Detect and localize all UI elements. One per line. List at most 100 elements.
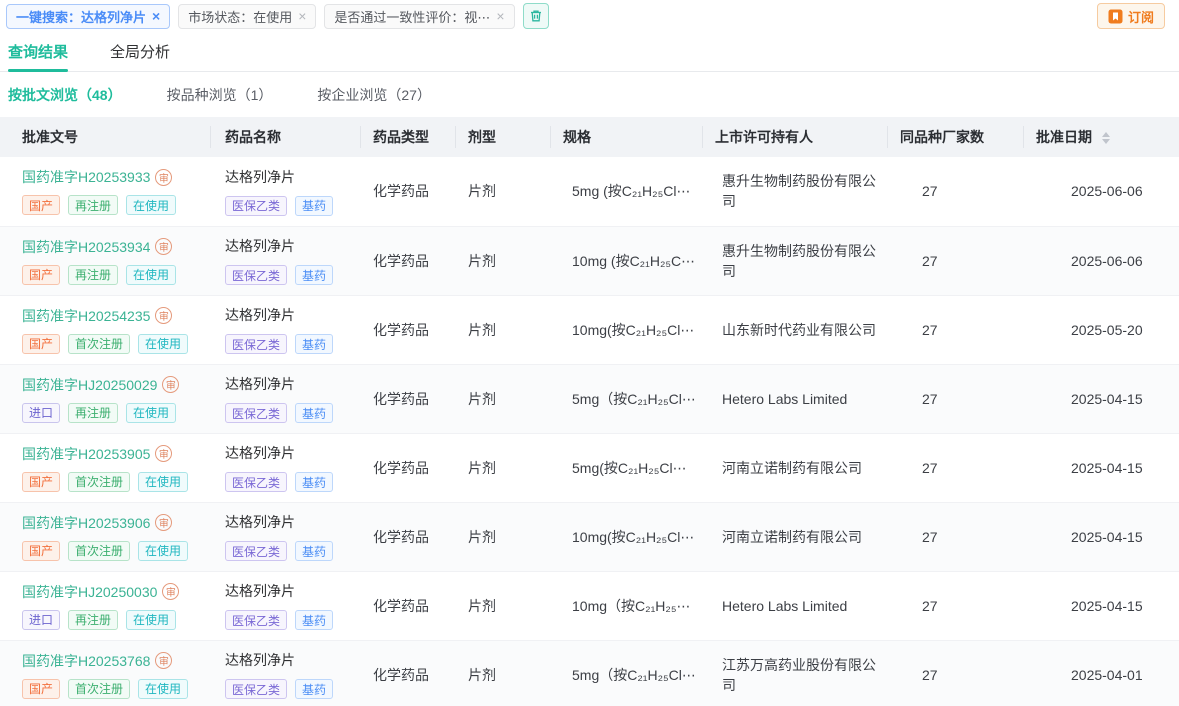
drug-type-cell: 化学药品: [360, 157, 455, 226]
drug-name: 达格列净片: [225, 650, 360, 670]
approval-no-link[interactable]: 国药准字H20253905: [22, 444, 150, 464]
review-badge-icon[interactable]: 审: [162, 376, 179, 393]
view-tab-by-approval[interactable]: 按批文浏览（48）: [8, 85, 122, 105]
review-badge-icon[interactable]: 审: [155, 307, 172, 324]
tag: 首次注册: [68, 541, 130, 561]
spec-cell: 5mg (按C₂₁H₂₅Cl⋯: [550, 157, 702, 226]
table-row: 国药准字H20253934 审 国产再注册在使用 达格列净片 医保乙类基药 化学…: [0, 226, 1179, 295]
filter-chip-market-status[interactable]: 市场状态：在使用 ×: [178, 4, 316, 29]
review-badge-icon[interactable]: 审: [162, 583, 179, 600]
drug-tags: 医保乙类基药: [225, 403, 360, 423]
column-header-drug-type: 药品类型: [360, 117, 455, 157]
drug-type-cell: 化学药品: [360, 364, 455, 433]
drug-name: 达格列净片: [225, 374, 360, 394]
tag: 在使用: [138, 541, 188, 561]
drug-type-cell: 化学药品: [360, 571, 455, 640]
approval-date-cell: 2025-04-15: [1023, 433, 1179, 502]
tag: 进口: [22, 610, 60, 630]
approval-no-link[interactable]: 国药准字HJ20250030: [22, 582, 157, 602]
tag: 国产: [22, 334, 60, 354]
tag: 医保乙类: [225, 679, 287, 699]
holder-cell: 江苏万高药业股份有限公司: [702, 640, 887, 706]
drug-name: 达格列净片: [225, 167, 360, 187]
trash-icon: [529, 9, 543, 23]
drug-name: 达格列净片: [225, 236, 360, 256]
review-badge-icon[interactable]: 审: [155, 238, 172, 255]
tab-query-results[interactable]: 查询结果: [8, 41, 68, 71]
spec-cell: 10mg(按C₂₁H₂₅Cl⋯: [550, 502, 702, 571]
column-header-spec: 规格: [550, 117, 702, 157]
approval-tags: 进口再注册在使用: [22, 610, 210, 630]
table-row: 国药准字HJ20250029 审 进口再注册在使用 达格列净片 医保乙类基药 化…: [0, 364, 1179, 433]
dosage-form-cell: 片剂: [455, 295, 550, 364]
tab-global-analysis[interactable]: 全局分析: [110, 41, 170, 71]
approval-no-link[interactable]: 国药准字H20254235: [22, 306, 150, 326]
spec-cell: 10mg (按C₂₁H₂₅C⋯: [550, 226, 702, 295]
spec-cell: 10mg(按C₂₁H₂₅Cl⋯: [550, 295, 702, 364]
table-row: 国药准字H20253906 审 国产首次注册在使用 达格列净片 医保乙类基药 化…: [0, 502, 1179, 571]
dosage-form-cell: 片剂: [455, 640, 550, 706]
view-tab-by-variety[interactable]: 按品种浏览（1）: [167, 85, 273, 105]
drug-type-cell: 化学药品: [360, 433, 455, 502]
tag: 基药: [295, 334, 333, 354]
subscribe-button[interactable]: 订阅: [1097, 3, 1165, 29]
tag: 基药: [295, 610, 333, 630]
drug-type-cell: 化学药品: [360, 226, 455, 295]
dosage-form-cell: 片剂: [455, 364, 550, 433]
approval-tags: 国产再注册在使用: [22, 195, 210, 215]
approval-date-cell: 2025-06-06: [1023, 226, 1179, 295]
review-badge-icon[interactable]: 审: [155, 652, 172, 669]
approval-tags: 进口再注册在使用: [22, 403, 210, 423]
close-icon[interactable]: ×: [298, 9, 306, 23]
column-header-approval-no: 批准文号: [0, 117, 210, 157]
tag: 国产: [22, 679, 60, 699]
review-badge-icon[interactable]: 审: [155, 514, 172, 531]
approval-no-link[interactable]: 国药准字H20253906: [22, 513, 150, 533]
drug-name: 达格列净片: [225, 443, 360, 463]
tag: 在使用: [126, 265, 176, 285]
dosage-form-cell: 片剂: [455, 226, 550, 295]
dosage-form-cell: 片剂: [455, 571, 550, 640]
same-variety-count-cell: 27: [887, 157, 1023, 226]
tag: 国产: [22, 472, 60, 492]
dosage-form-cell: 片剂: [455, 157, 550, 226]
drug-name: 达格列净片: [225, 581, 360, 601]
review-badge-icon[interactable]: 审: [155, 445, 172, 462]
close-icon[interactable]: ×: [152, 9, 160, 23]
tag: 基药: [295, 679, 333, 699]
sort-desc-icon[interactable]: [1102, 139, 1110, 144]
tag: 在使用: [138, 679, 188, 699]
drug-tags: 医保乙类基药: [225, 472, 360, 492]
tag: 医保乙类: [225, 610, 287, 630]
subscribe-label: 订阅: [1128, 7, 1154, 26]
sort-icon[interactable]: [1102, 132, 1110, 144]
review-badge-icon[interactable]: 审: [155, 169, 172, 186]
approval-tags: 国产首次注册在使用: [22, 334, 210, 354]
main-tabs: 查询结果 全局分析: [0, 33, 1179, 72]
filter-chip-search[interactable]: 一键搜索：达格列净片 ×: [6, 4, 170, 29]
tag: 国产: [22, 195, 60, 215]
table-body: 国药准字H20253933 审 国产再注册在使用 达格列净片 医保乙类基药 化学…: [0, 157, 1179, 706]
approval-no-link[interactable]: 国药准字H20253768: [22, 651, 150, 671]
spec-cell: 10mg（按C₂₁H₂₅⋯: [550, 571, 702, 640]
tag: 基药: [295, 196, 333, 216]
approval-no-link[interactable]: 国药准字H20253934: [22, 237, 150, 257]
tag: 再注册: [68, 195, 118, 215]
column-header-drug-name: 药品名称: [210, 117, 360, 157]
approval-tags: 国产首次注册在使用: [22, 472, 210, 492]
column-header-same-variety-count: 同品种厂家数: [887, 117, 1023, 157]
holder-cell: 惠升生物制药股份有限公司: [702, 226, 887, 295]
approval-no-link[interactable]: 国药准字H20253933: [22, 167, 150, 187]
tag: 再注册: [68, 265, 118, 285]
tag: 医保乙类: [225, 403, 287, 423]
filter-chip-consistency-eval[interactable]: 是否通过一致性评价：视⋯ ×: [324, 4, 514, 29]
clear-filters-button[interactable]: [523, 3, 549, 29]
drug-type-cell: 化学药品: [360, 502, 455, 571]
view-tabs: 按批文浏览（48） 按品种浏览（1） 按企业浏览（27）: [0, 72, 1179, 117]
filter-bar: 一键搜索：达格列净片 × 市场状态：在使用 × 是否通过一致性评价：视⋯ × 订…: [0, 0, 1179, 33]
sort-asc-icon[interactable]: [1102, 132, 1110, 137]
same-variety-count-cell: 27: [887, 364, 1023, 433]
close-icon[interactable]: ×: [496, 9, 504, 23]
view-tab-by-company[interactable]: 按企业浏览（27）: [317, 85, 431, 105]
approval-no-link[interactable]: 国药准字HJ20250029: [22, 375, 157, 395]
